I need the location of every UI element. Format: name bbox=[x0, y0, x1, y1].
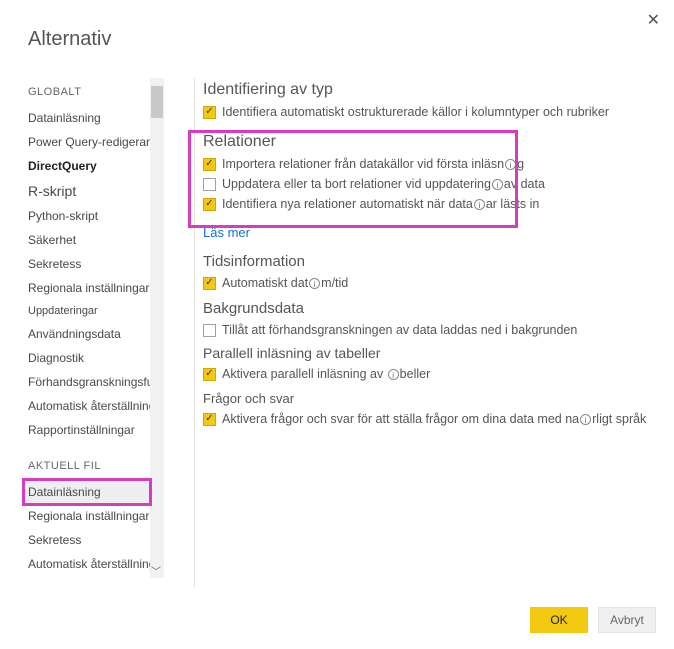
sidebar-item-data-load-current[interactable]: Datainläsning bbox=[22, 480, 152, 504]
sidebar-section-global: GLOBALT bbox=[28, 86, 146, 98]
sidebar-item-regional-current[interactable]: Regionala inställningar bbox=[22, 504, 152, 528]
sidebar-item-regional-global[interactable]: Regionala inställningar bbox=[22, 276, 152, 300]
sidebar-item-usage-data[interactable]: Användningsdata bbox=[22, 322, 152, 346]
checkbox-detect-types[interactable] bbox=[203, 106, 216, 119]
sidebar-item-privacy-global[interactable]: Sekretess bbox=[22, 252, 152, 276]
sidebar-item-security[interactable]: Säkerhet bbox=[22, 228, 152, 252]
main-content: Identifiering av typ Identifiera automat… bbox=[194, 78, 660, 588]
info-icon[interactable]: i bbox=[309, 278, 320, 289]
sidebar-item-auto-recovery-current[interactable]: Automatisk återställning bbox=[22, 552, 152, 576]
sidebar-section-current: AKTUELL FIL bbox=[28, 460, 146, 472]
section-parallel: Parallell inläsning av tabeller bbox=[203, 345, 660, 361]
checkbox-auto-datetime[interactable] bbox=[203, 277, 216, 290]
section-background: Bakgrundsdata bbox=[203, 300, 660, 317]
label-import-relations: Importera relationer från datakällor vid… bbox=[222, 157, 524, 171]
label-auto-datetime: Automatiskt datim/tid bbox=[222, 276, 348, 290]
checkbox-background-download[interactable] bbox=[203, 324, 216, 337]
label-new-relations: Identifiera nya relationer automatiskt n… bbox=[222, 197, 539, 211]
checkbox-update-relations[interactable] bbox=[203, 178, 216, 191]
sidebar-item-report-settings[interactable]: Rapportinställningar bbox=[22, 418, 152, 442]
section-relations: Relationer bbox=[203, 133, 660, 151]
row-update-relations[interactable]: Uppdatera eller ta bort relationer vid u… bbox=[203, 177, 660, 191]
sidebar-item-privacy-current[interactable]: Sekretess bbox=[22, 528, 152, 552]
label-parallel-load: Aktivera parallell inläsning av ibeller bbox=[222, 367, 430, 381]
label-update-relations: Uppdatera eller ta bort relationer vid u… bbox=[222, 177, 545, 191]
sidebar-item-python-script[interactable]: Python-skript bbox=[22, 204, 152, 228]
section-time: Tidsinformation bbox=[203, 253, 660, 270]
row-enable-qna[interactable]: Aktivera frågor och svar för att ställa … bbox=[203, 412, 660, 426]
row-detect-types[interactable]: Identifiera automatiskt ostrukturerade k… bbox=[203, 105, 660, 119]
dialog-buttons: OK Avbryt bbox=[530, 607, 656, 633]
sidebar-item-preview-features[interactable]: Förhandsgranskningsfunktioner bbox=[22, 370, 152, 394]
scrollbar-thumb[interactable] bbox=[151, 86, 163, 118]
row-import-relations[interactable]: Importera relationer från datakällor vid… bbox=[203, 157, 660, 171]
close-icon[interactable]: ✕ bbox=[647, 10, 660, 30]
row-parallel-load[interactable]: Aktivera parallell inläsning av ibeller bbox=[203, 367, 660, 381]
section-qna: Frågor och svar bbox=[203, 391, 660, 406]
link-learn-more[interactable]: Läs mer bbox=[203, 225, 250, 240]
label-background-download: Tillåt att förhandsgranskningen av data … bbox=[222, 323, 577, 337]
checkbox-import-relations[interactable] bbox=[203, 158, 216, 171]
label-detect-types: Identifiera automatiskt ostrukturerade k… bbox=[222, 105, 609, 119]
sidebar-item-updates[interactable]: Uppdateringar bbox=[22, 300, 152, 322]
info-icon[interactable]: i bbox=[474, 199, 485, 210]
row-new-relations[interactable]: Identifiera nya relationer automatiskt n… bbox=[203, 197, 660, 211]
info-icon[interactable]: i bbox=[580, 414, 591, 425]
sidebar-item-diagnostics[interactable]: Diagnostik bbox=[22, 346, 152, 370]
dialog-title: Alternativ bbox=[28, 28, 111, 51]
sidebar-item-auto-recovery-global[interactable]: Automatisk återställning bbox=[22, 394, 152, 418]
sidebar: ︿ ﹀ GLOBALT Datainläsning Power Query-re… bbox=[22, 78, 164, 578]
row-auto-datetime[interactable]: Automatiskt datim/tid bbox=[203, 276, 660, 290]
sidebar-item-pq-editor[interactable]: Power Query-redigeraren bbox=[22, 130, 152, 154]
ok-button[interactable]: OK bbox=[530, 607, 588, 633]
info-icon[interactable]: i bbox=[492, 179, 503, 190]
scrollbar-track[interactable]: ︿ ﹀ bbox=[150, 78, 164, 578]
checkbox-enable-qna[interactable] bbox=[203, 413, 216, 426]
sidebar-item-data-load-global[interactable]: Datainläsning bbox=[22, 106, 152, 130]
checkbox-new-relations[interactable] bbox=[203, 198, 216, 211]
checkbox-parallel-load[interactable] bbox=[203, 368, 216, 381]
info-icon[interactable]: i bbox=[388, 369, 399, 380]
sidebar-item-r-script[interactable]: R-skript bbox=[22, 178, 152, 204]
label-enable-qna: Aktivera frågor och svar för att ställa … bbox=[222, 412, 646, 426]
section-type-detection: Identifiering av typ bbox=[203, 81, 660, 99]
sidebar-item-directquery[interactable]: DirectQuery bbox=[22, 154, 152, 178]
chevron-down-icon[interactable]: ﹀ bbox=[150, 563, 162, 578]
cancel-button[interactable]: Avbryt bbox=[598, 607, 656, 633]
row-background-download[interactable]: Tillåt att förhandsgranskningen av data … bbox=[203, 323, 660, 337]
info-icon[interactable]: i bbox=[505, 159, 516, 170]
